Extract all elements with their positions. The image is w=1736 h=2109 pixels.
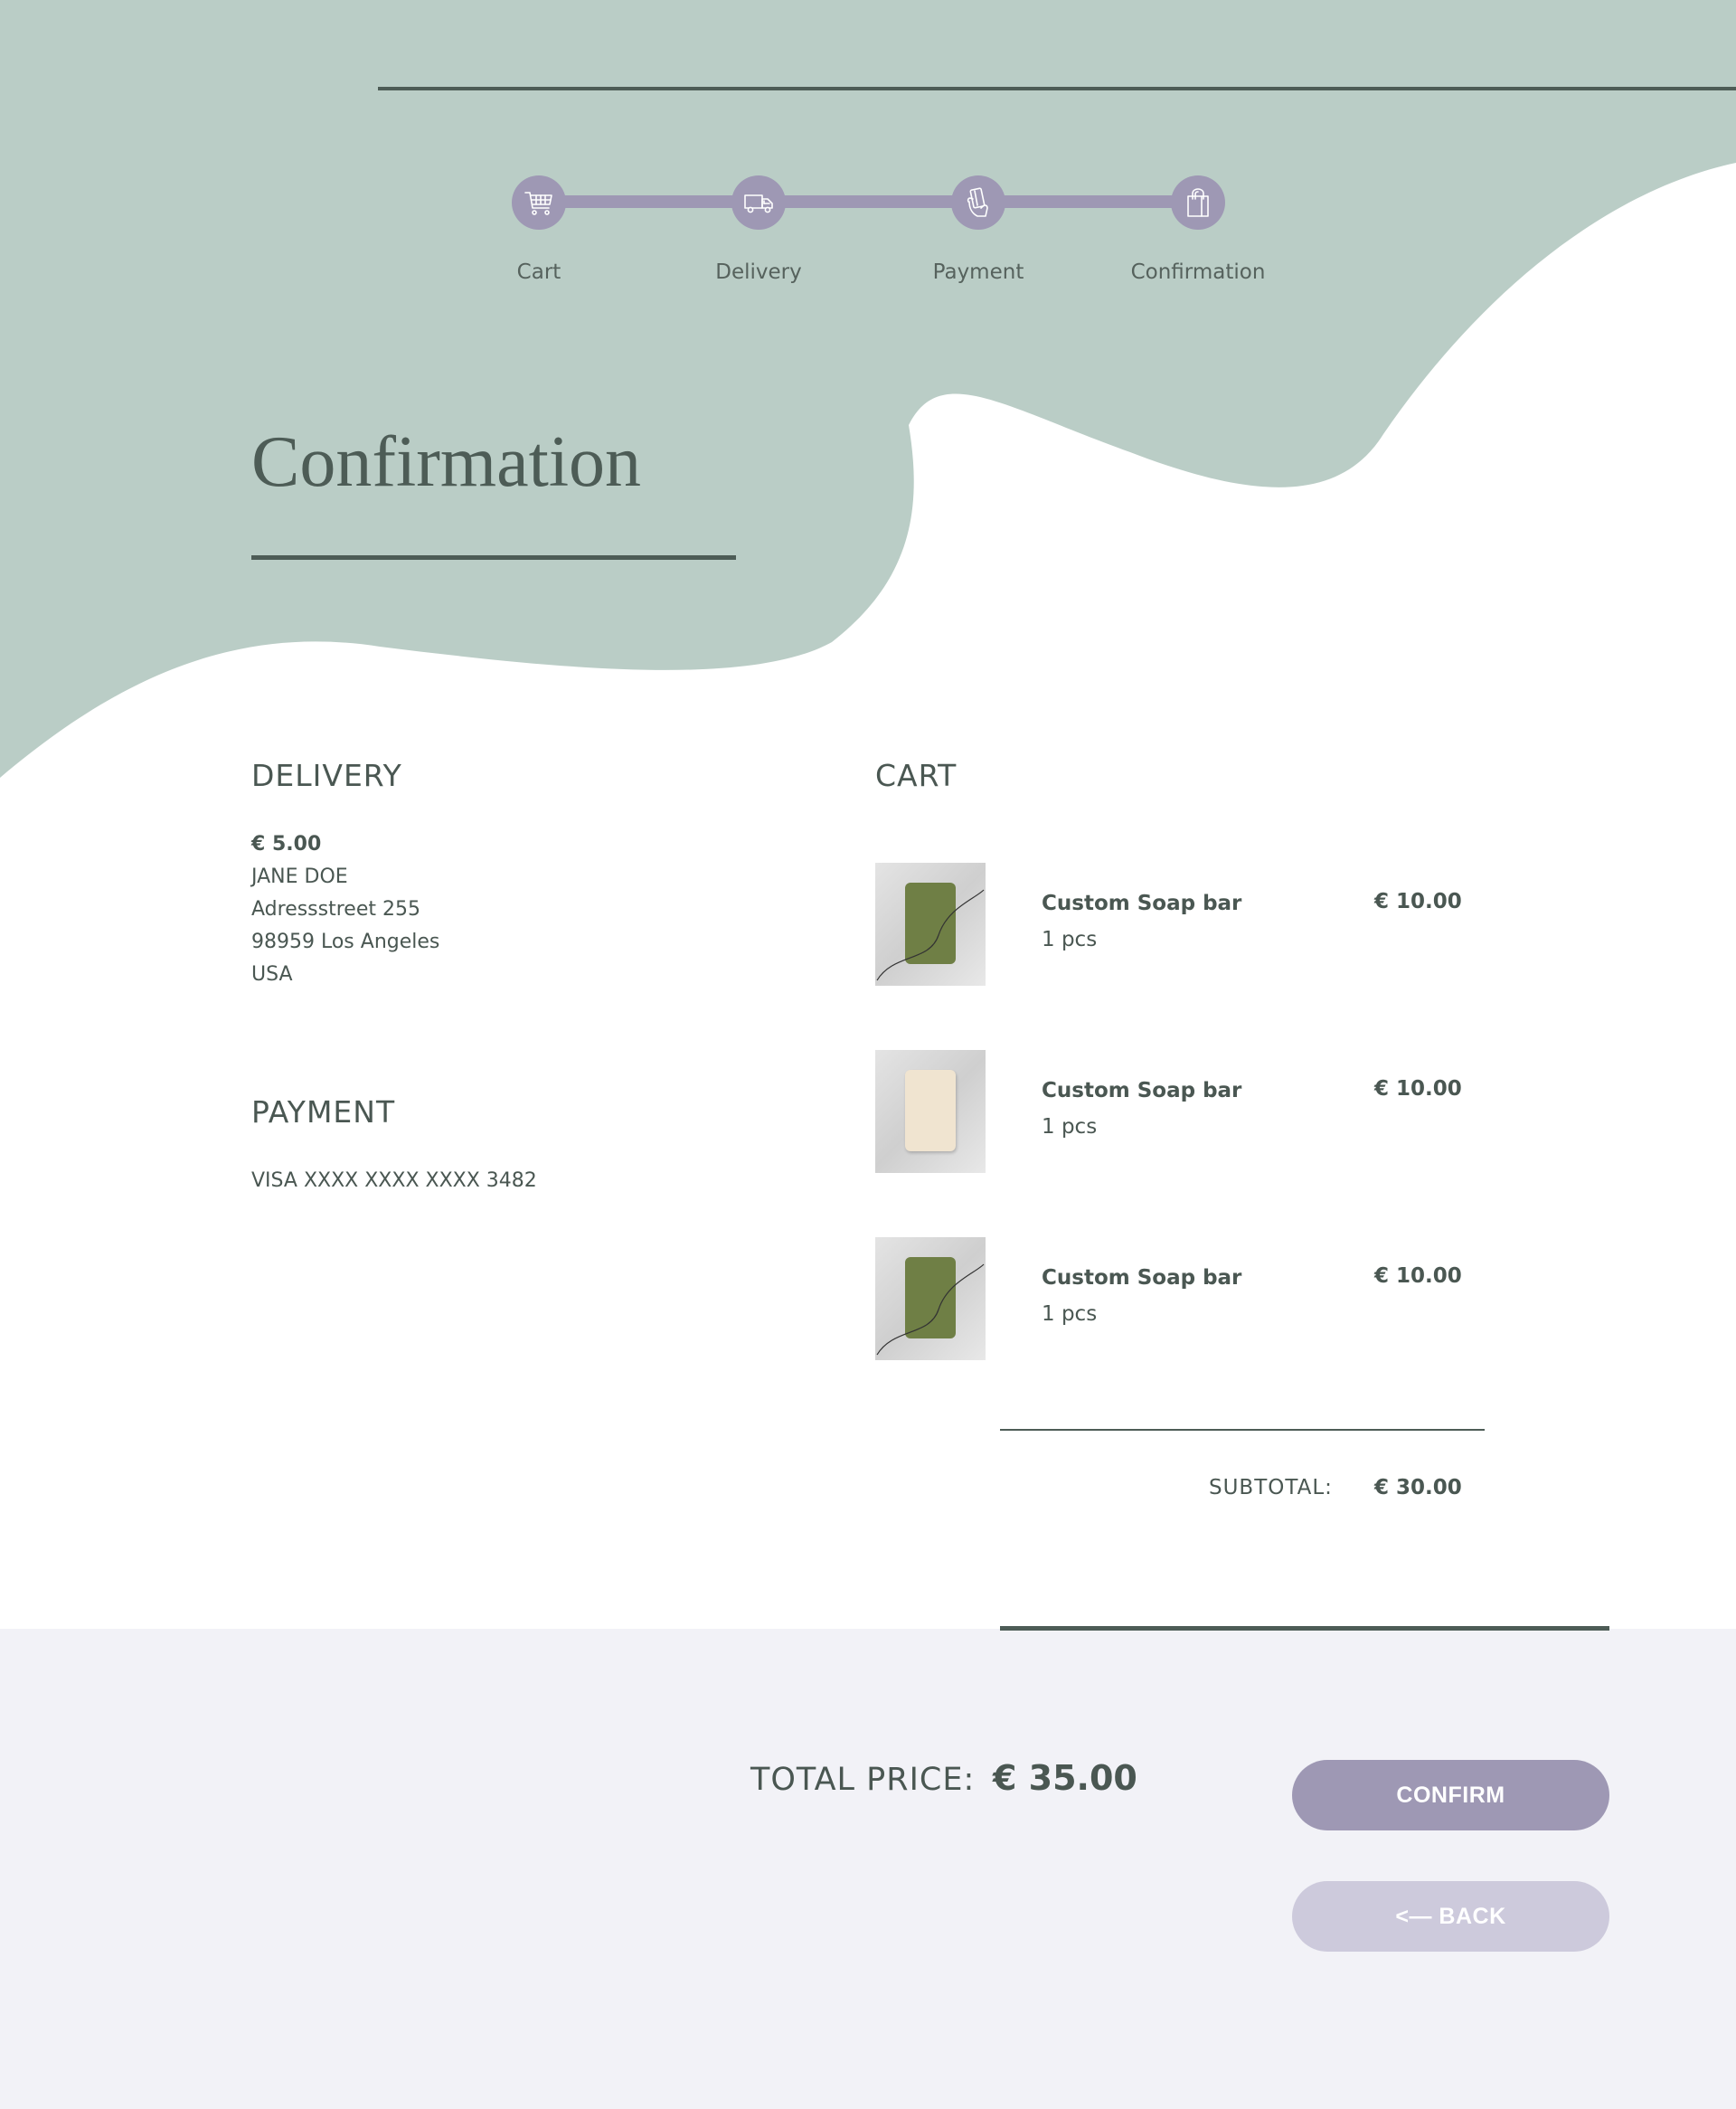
cart-item: Custom Soap bar 1 pcs € 10.00 [875, 1237, 1508, 1360]
item-quantity: 1 pcs [1042, 928, 1098, 951]
back-button[interactable]: <— BACK [1292, 1881, 1609, 1952]
delivery-country: USA [251, 963, 293, 986]
delivery-street: Adressstreet 255 [251, 898, 420, 921]
payment-card: VISA XXXX XXXX XXXX 3482 [251, 1169, 537, 1192]
item-name: Custom Soap bar [1042, 1266, 1242, 1290]
total-price-value: € 35.00 [993, 1758, 1137, 1798]
item-name: Custom Soap bar [1042, 1079, 1242, 1102]
item-price: € 10.00 [1374, 890, 1462, 913]
cart-item: Custom Soap bar 1 pcs € 10.00 [875, 1050, 1508, 1173]
title-underline [251, 555, 736, 560]
total-price-label: TOTAL PRICE: [750, 1762, 976, 1798]
truck-icon [744, 194, 773, 213]
footer-divider [1000, 1626, 1609, 1631]
step-cart[interactable] [512, 175, 566, 230]
item-quantity: 1 pcs [1042, 1302, 1098, 1326]
subtotal-value: € 30.00 [1374, 1476, 1462, 1499]
item-quantity: 1 pcs [1042, 1115, 1098, 1139]
confirm-button[interactable]: CONFIRM [1292, 1760, 1609, 1830]
step-label-payment: Payment [932, 260, 1024, 284]
delivery-name: JANE DOE [251, 865, 348, 888]
stepper-track [539, 195, 1199, 208]
page-title: Confirmation [251, 422, 642, 502]
card-hand-icon [967, 187, 988, 217]
cart-item: Custom Soap bar 1 pcs € 10.00 [875, 863, 1508, 986]
cart-heading: CART [875, 758, 958, 793]
soap-bar-image [905, 1070, 956, 1151]
subtotal-label: SUBTOTAL: [1209, 1476, 1333, 1499]
product-image [875, 1237, 986, 1360]
item-price: € 10.00 [1374, 1264, 1462, 1288]
item-price: € 10.00 [1374, 1077, 1462, 1101]
product-image [875, 863, 986, 986]
step-delivery[interactable] [731, 175, 786, 230]
shopping-bag-icon [1187, 188, 1209, 217]
step-payment[interactable] [951, 175, 1005, 230]
subtotal-divider [1000, 1429, 1485, 1431]
cart-icon [524, 192, 552, 215]
step-label-delivery: Delivery [715, 260, 802, 284]
checkout-stepper: Cart Delivery Payment Confirmation [0, 0, 1736, 298]
item-name: Custom Soap bar [1042, 892, 1242, 915]
delivery-price: € 5.00 [251, 833, 322, 856]
step-label-confirmation: Confirmation [1130, 260, 1266, 284]
payment-heading: PAYMENT [251, 1094, 396, 1130]
delivery-heading: DELIVERY [251, 758, 402, 793]
step-label-cart: Cart [516, 260, 561, 284]
step-confirmation[interactable] [1171, 175, 1225, 230]
checkout-footer [0, 1629, 1736, 2109]
product-image [875, 1050, 986, 1173]
delivery-city: 98959 Los Angeles [251, 931, 440, 953]
